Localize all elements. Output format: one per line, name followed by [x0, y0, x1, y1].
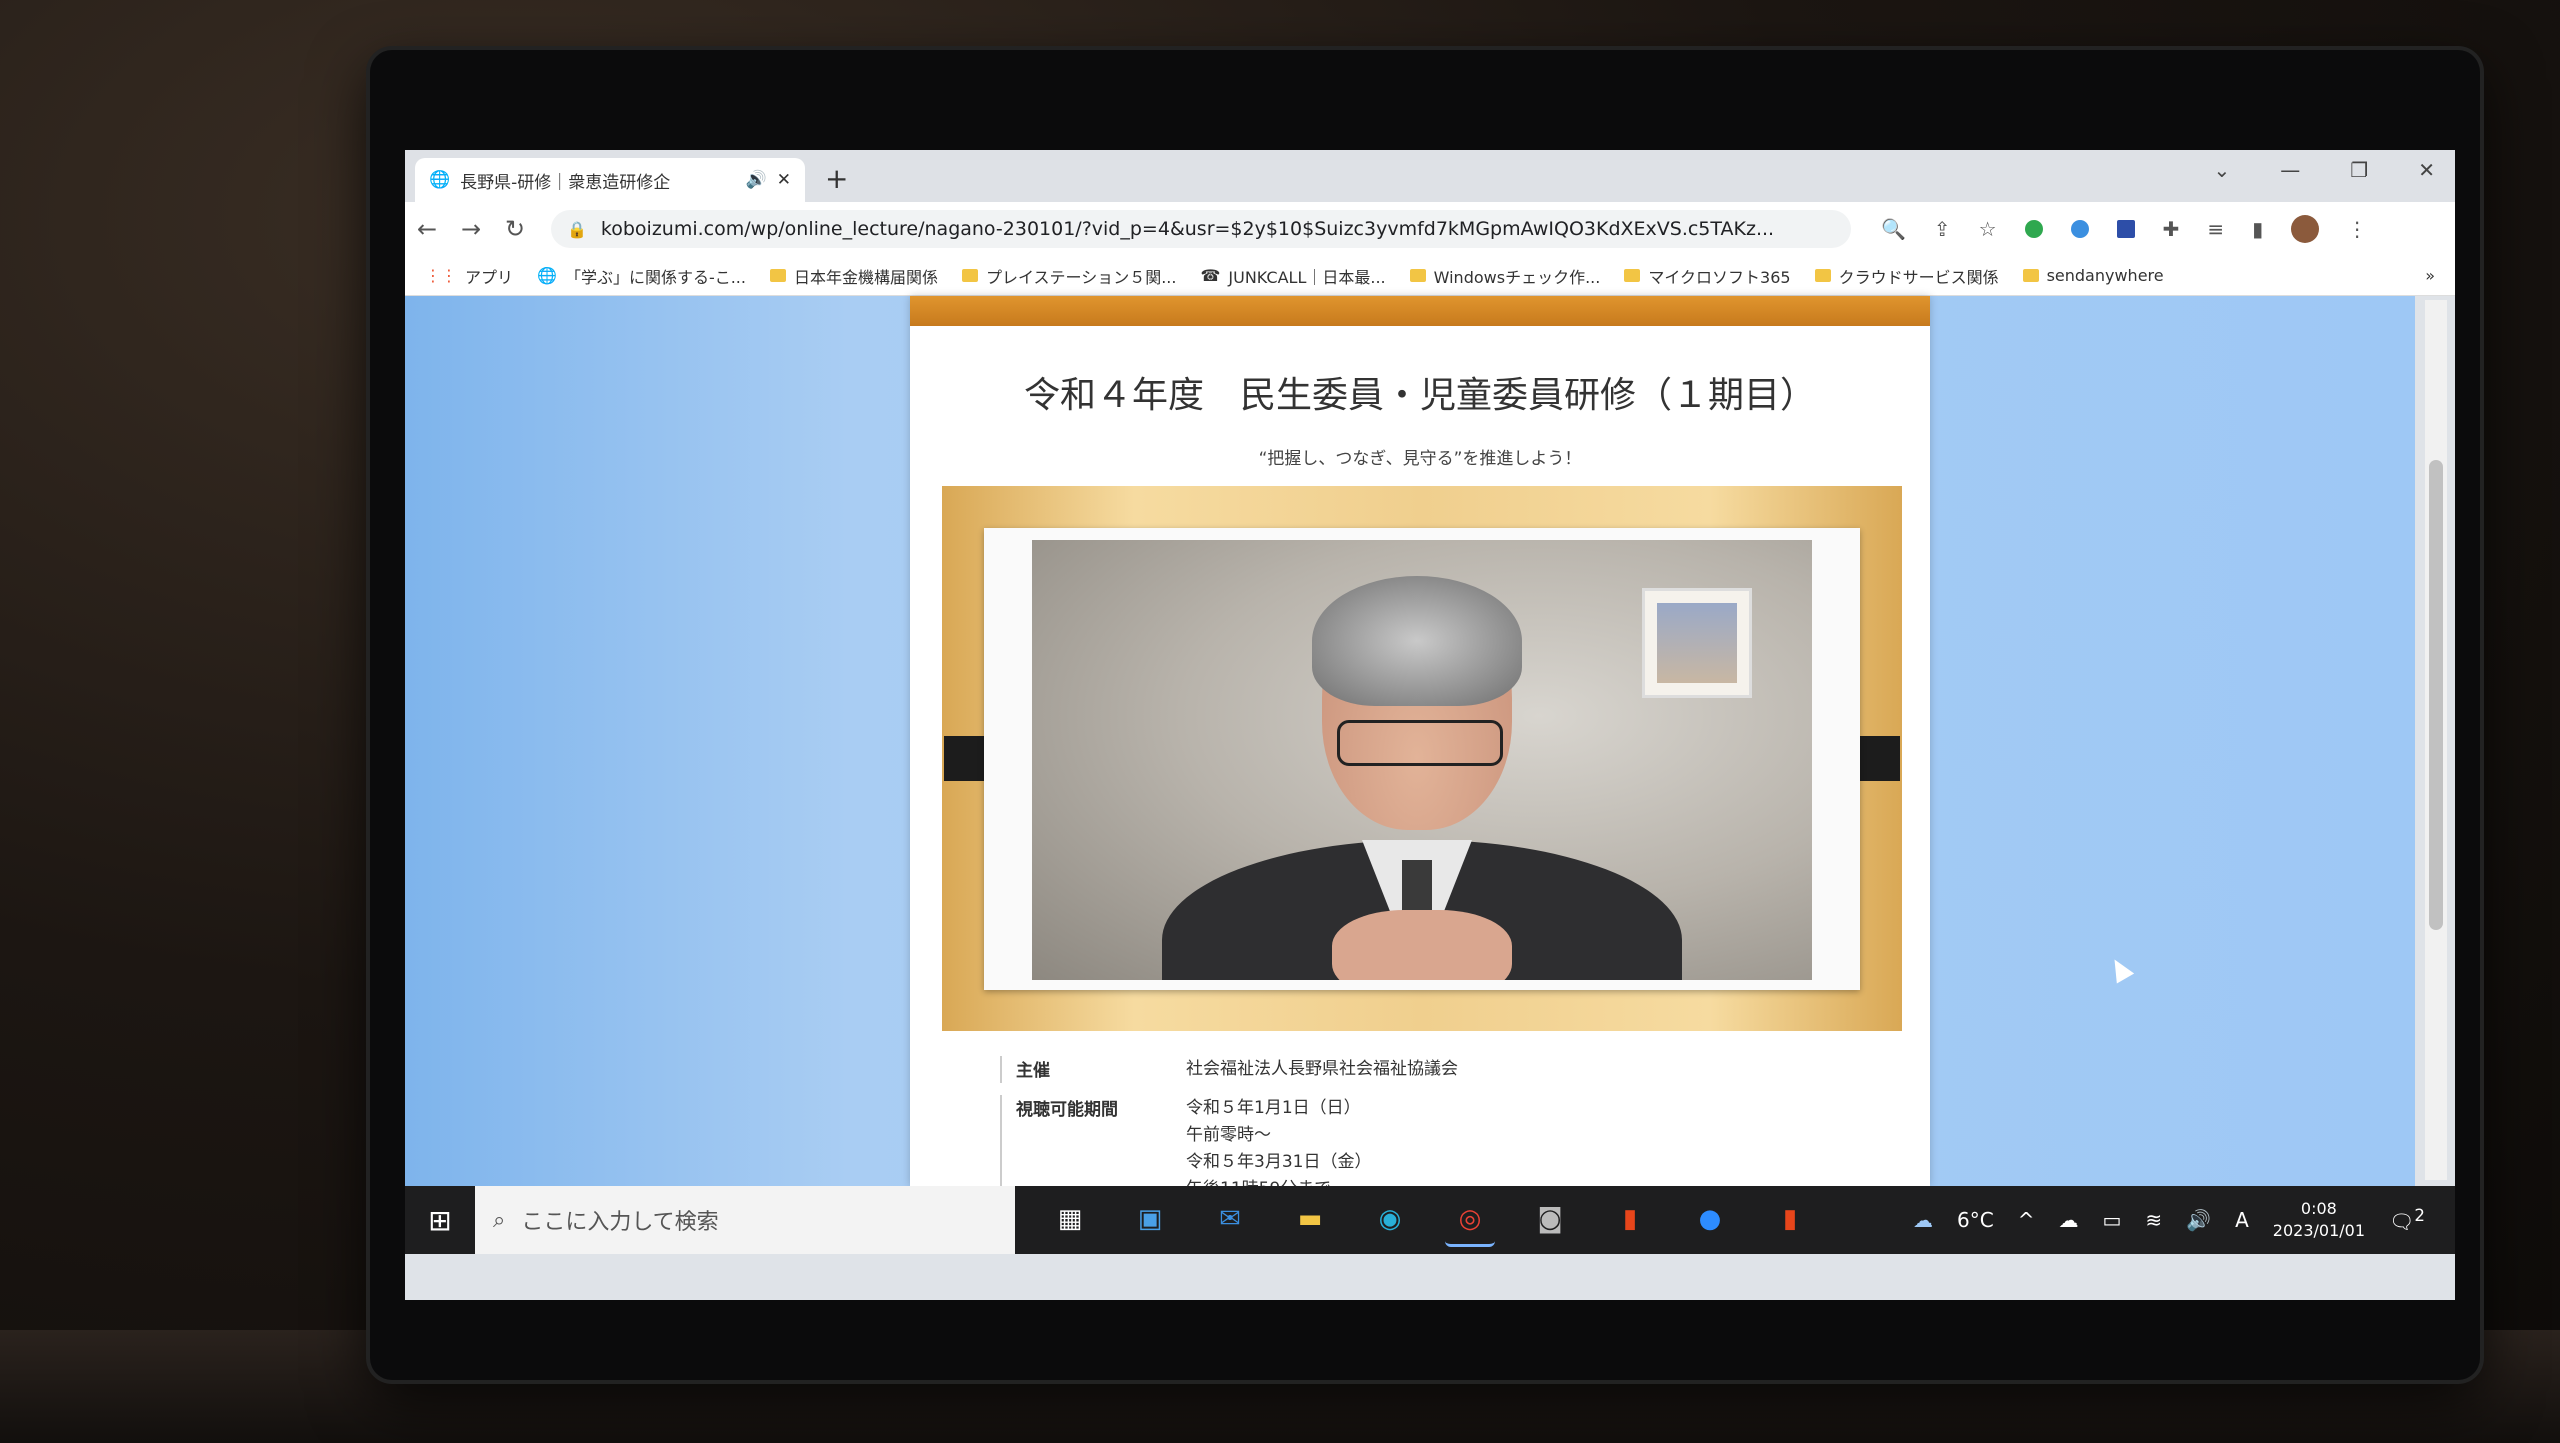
weather-temp[interactable]: 6°C — [1957, 1208, 1994, 1232]
extension-green-icon[interactable] — [2024, 220, 2043, 238]
tab-title: 長野県-研修｜衆恵造研修企 — [460, 172, 671, 193]
notification-center-icon[interactable]: 🗨2 — [2389, 1206, 2425, 1234]
browser-tab[interactable]: 🌐 長野県-研修｜衆恵造研修企 🔊 ✕ — [415, 158, 805, 202]
back-icon[interactable]: ← — [405, 215, 449, 243]
browser-toolbar: ← → ↻ 🔒 koboizumi.com/wp/online_lecture/… — [405, 202, 2455, 256]
chevron-up-icon[interactable]: ^ — [2018, 1208, 2035, 1232]
web-page: 令和４年度 民生委員・児童委員研修（１期目） “把握し、つなぎ、見守る”を推進し… — [405, 296, 2415, 1203]
mail-icon[interactable]: ✉ — [1205, 1194, 1255, 1244]
restore-icon[interactable]: ❐ — [2350, 158, 2368, 182]
bookmarks-bar: ⋮⋮ アプリ 🌐 「学ぶ」に関係する-こ... 日本年金機構届関係 プレイステーショ… — [405, 256, 2455, 296]
profile-avatar[interactable] — [2291, 215, 2320, 243]
search-icon: ⌕ — [493, 1207, 506, 1233]
reading-list-icon[interactable]: ≡ — [2207, 217, 2224, 241]
store-icon[interactable]: ▣ — [1125, 1194, 1175, 1244]
toolbar-icons: 🔍 ⇪ ☆ ✚ ≡ ▮ ⋮ — [1881, 215, 2367, 243]
bookmark-playstation[interactable]: プレイステーション５関... — [962, 264, 1176, 288]
scroll-thumb[interactable] — [2429, 460, 2443, 930]
folder-icon — [1409, 269, 1426, 282]
screen: 🌐 長野県-研修｜衆恵造研修企 🔊 ✕ + ⌄ — ❐ ✕ ← → ↻ 🔒 ko… — [405, 150, 2455, 1300]
new-tab-button[interactable]: + — [825, 162, 848, 195]
page-title: 令和４年度 民生委員・児童委員研修（１期目） — [1023, 375, 1816, 416]
bookmark-junkcall[interactable]: ☎ JUNKCALL｜日本最... — [1200, 264, 1385, 288]
close-window-icon[interactable]: ✕ — [2418, 158, 2435, 182]
bookmark-manabu[interactable]: 🌐 「学ぶ」に関係する-こ... — [537, 264, 746, 288]
onedrive-icon[interactable]: ☁ — [2059, 1208, 2079, 1232]
globe-icon: 🌐 — [537, 266, 557, 285]
zoom-icon[interactable]: 🔍 — [1881, 217, 1906, 241]
reload-icon[interactable]: ↻ — [493, 215, 537, 243]
speaker-icon[interactable]: 🔊 — [746, 170, 767, 190]
wifi-icon[interactable]: ≋ — [2145, 1208, 2162, 1232]
folder-icon — [962, 269, 978, 282]
ime-indicator[interactable]: A — [2235, 1208, 2249, 1232]
bookmark-windows[interactable]: Windowsチェック作... — [1409, 264, 1600, 288]
lecturer-hands — [1332, 910, 1512, 980]
minimize-icon[interactable]: — — [2280, 158, 2300, 182]
close-tab-icon[interactable]: ✕ — [777, 170, 791, 190]
folder-icon — [1814, 269, 1831, 282]
extension-cloud-icon[interactable] — [2070, 220, 2089, 238]
office-icon[interactable]: ▮ — [1605, 1194, 1655, 1244]
taskbar-clock[interactable]: 0:08 2023/01/01 — [2273, 1198, 2365, 1242]
more-bookmarks-button[interactable]: » — [2425, 266, 2455, 285]
menu-kebab-icon[interactable]: ⋮ — [2347, 217, 2367, 241]
camera-icon[interactable]: ◙ — [1525, 1194, 1575, 1244]
weather-cloud-icon[interactable]: ☁ — [1913, 1208, 1933, 1232]
lecturer-video[interactable] — [1032, 540, 1812, 980]
forward-icon[interactable]: → — [449, 215, 493, 243]
wall-picture — [1642, 588, 1752, 698]
content-card: 令和４年度 民生委員・児童委員研修（１期目） “把握し、つなぎ、見守る”を推進し… — [910, 296, 1930, 1203]
side-panel-icon[interactable]: ▮ — [2252, 217, 2263, 241]
bookmark-sendanywhere[interactable]: sendanywhere — [2022, 266, 2164, 285]
page-scrollbar[interactable] — [2425, 300, 2447, 1180]
card-header-bar — [910, 296, 1930, 326]
bookmark-star-icon[interactable]: ☆ — [1979, 217, 1997, 241]
task-view-icon[interactable]: ▦ — [1045, 1194, 1095, 1244]
tab-bar: 🌐 長野県-研修｜衆恵造研修企 🔊 ✕ + ⌄ — ❐ ✕ — [405, 150, 2455, 202]
address-bar[interactable]: 🔒 koboizumi.com/wp/online_lecture/nagano… — [551, 210, 1851, 248]
zoom-icon[interactable]: ● — [1685, 1194, 1735, 1244]
office-red-icon[interactable]: ▮ — [1765, 1194, 1815, 1244]
apps-grid-icon: ⋮⋮ — [425, 266, 457, 285]
search-placeholder: ここに入力して検索 — [521, 1210, 719, 1235]
window-controls: ⌄ — ❐ ✕ — [2214, 158, 2435, 182]
folder-icon — [1624, 269, 1641, 282]
video-player[interactable] — [942, 486, 1902, 1031]
windows-start-icon[interactable]: ⊞ — [405, 1204, 475, 1237]
site-icon: ☎ — [1200, 266, 1221, 285]
lecturer-hair — [1312, 576, 1522, 706]
edge-icon[interactable]: ◉ — [1365, 1194, 1415, 1244]
tab-search-icon[interactable]: ⌄ — [2214, 158, 2231, 182]
bookmark-cloud[interactable]: クラウドサービス関係 — [1814, 264, 1999, 288]
share-icon[interactable]: ⇪ — [1934, 217, 1951, 241]
video-mat — [984, 528, 1860, 990]
windows-taskbar: ⊞ ⌕ ここに入力して検索 ▦ ▣ ✉ ▬ ◉ ◎ ◙ ▮ ● ▮ ☁ 6°C … — [405, 1186, 2455, 1254]
info-row-organizer: 主催 社会福祉法人長野県社会福祉協議会 — [1000, 1056, 1458, 1083]
extensions-puzzle-icon[interactable]: ✚ — [2163, 217, 2180, 241]
system-tray: ☁ 6°C ^ ☁ ▭ ≋ 🔊 A 0:08 2023/01/01 🗨2 — [1913, 1198, 2455, 1242]
info-label: 主催 — [1000, 1056, 1186, 1083]
folder-icon — [769, 269, 786, 282]
battery-icon[interactable]: ▭ — [2103, 1208, 2122, 1232]
page-subtitle: “把握し、つなぎ、見守る”を推進しよう！ — [1258, 449, 1582, 469]
file-explorer-icon[interactable]: ▬ — [1285, 1194, 1335, 1244]
lock-icon[interactable]: 🔒 — [567, 220, 587, 239]
bookmark-microsoft365[interactable]: マイクロソフト365 — [1624, 264, 1791, 288]
bookmark-apps[interactable]: ⋮⋮ アプリ — [425, 264, 513, 288]
info-value: 社会福祉法人長野県社会福祉協議会 — [1186, 1059, 1458, 1079]
extension-blue-icon[interactable] — [2116, 220, 2135, 238]
volume-icon[interactable]: 🔊 — [2186, 1208, 2211, 1232]
taskbar-search[interactable]: ⌕ ここに入力して検索 — [475, 1186, 1015, 1254]
lecturer-glasses — [1337, 720, 1503, 766]
taskbar-apps: ▦ ▣ ✉ ▬ ◉ ◎ ◙ ▮ ● ▮ — [1045, 1194, 1815, 1247]
folder-icon — [2022, 269, 2039, 282]
globe-icon: 🌐 — [429, 170, 451, 190]
bookmark-nenkin[interactable]: 日本年金機構届関係 — [769, 264, 938, 288]
url-text: koboizumi.com/wp/online_lecture/nagano-2… — [600, 218, 1775, 240]
chrome-icon[interactable]: ◎ — [1445, 1194, 1495, 1247]
